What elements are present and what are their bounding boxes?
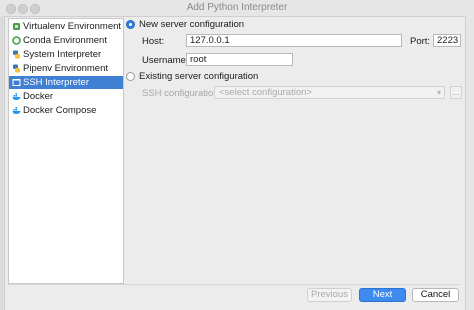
sidebar-item-docker-compose[interactable]: Docker Compose xyxy=(9,104,123,117)
sidebar-item-label: SSH Interpreter xyxy=(23,77,89,88)
virtualenv-icon xyxy=(13,23,20,30)
host-label: Host: xyxy=(142,36,165,47)
username-label: Username: xyxy=(142,55,189,66)
background-window-edge-right xyxy=(465,16,474,310)
sidebar-item-label: System Interpreter xyxy=(23,49,102,60)
existing-server-label: Existing server configuration xyxy=(139,71,259,82)
sidebar-item-docker[interactable]: Docker xyxy=(9,90,123,103)
docker-icon xyxy=(12,93,21,100)
background-window-edge xyxy=(0,16,5,310)
sidebar-item-conda[interactable]: Conda Environment xyxy=(9,34,123,47)
port-label: Port: xyxy=(410,36,431,47)
next-button[interactable]: Next xyxy=(359,288,406,302)
username-input[interactable]: root xyxy=(186,53,293,66)
sidebar-item-label: Conda Environment xyxy=(23,35,107,46)
interpreter-type-list: Virtualenv Environment Conda Environment… xyxy=(8,18,124,284)
sidebar-item-label: Virtualenv Environment xyxy=(23,21,122,32)
window-title: Add Python Interpreter xyxy=(186,2,288,13)
new-server-radio[interactable] xyxy=(126,20,135,29)
browse-ssh-configuration-button[interactable]: ... xyxy=(450,86,462,99)
sidebar-item-virtualenv[interactable]: Virtualenv Environment xyxy=(9,20,123,33)
sidebar-item-ssh-interpreter[interactable]: SSH Interpreter xyxy=(9,76,123,89)
docker-compose-icon xyxy=(12,107,21,114)
sidebar-item-system-interpreter[interactable]: System Interpreter xyxy=(9,48,123,61)
conda-icon xyxy=(12,36,21,45)
window-title-bar: Add Python Interpreter xyxy=(0,0,474,17)
sidebar-item-label: Pipenv Environment xyxy=(23,63,109,74)
ssh-configuration-select[interactable]: <select configuration> ▾ xyxy=(214,86,445,99)
python-icon xyxy=(13,50,20,59)
footer-divider xyxy=(8,284,460,285)
ssh-configuration-value: <select configuration> xyxy=(219,87,312,98)
sidebar-item-label: Docker Compose xyxy=(23,105,97,116)
cancel-button[interactable]: Cancel xyxy=(412,288,459,302)
previous-button[interactable]: Previous xyxy=(307,288,352,302)
sidebar-item-pipenv[interactable]: Pipenv Environment xyxy=(9,62,123,75)
sidebar-item-label: Docker xyxy=(23,91,54,102)
port-input[interactable]: 2223 xyxy=(433,34,461,47)
ssh-configuration-label: SSH configuration: xyxy=(142,88,222,99)
chevron-down-icon: ▾ xyxy=(436,88,441,97)
host-input[interactable]: 127.0.0.1 xyxy=(186,34,402,47)
existing-server-radio[interactable] xyxy=(126,72,135,81)
new-server-label: New server configuration xyxy=(139,19,245,30)
pipenv-icon xyxy=(13,64,20,73)
ssh-icon xyxy=(12,79,21,86)
